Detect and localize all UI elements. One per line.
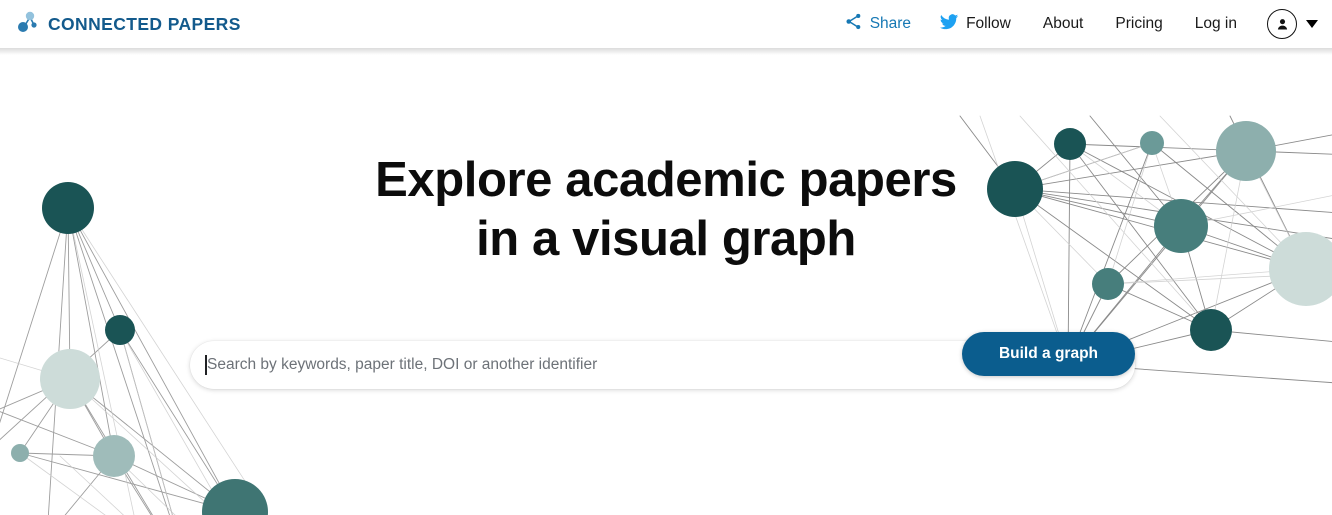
main-nav: Share Follow About Pricing Log in bbox=[828, 9, 1332, 39]
graph-node bbox=[93, 435, 135, 477]
avatar[interactable] bbox=[1267, 9, 1297, 39]
graph-node bbox=[1216, 121, 1276, 181]
graph-edges bbox=[0, 115, 1332, 515]
nav-item-about[interactable]: About bbox=[1027, 15, 1100, 33]
graph-node bbox=[1269, 232, 1332, 306]
node-graph-logo-icon bbox=[14, 9, 40, 40]
graph-node bbox=[40, 349, 100, 409]
top-header: CONNECTED PAPERS Share Follow About Pric… bbox=[0, 0, 1332, 48]
nav-item-share[interactable]: Share bbox=[828, 12, 925, 36]
search-row: Build a graph bbox=[190, 332, 1135, 389]
graph-node bbox=[105, 315, 135, 345]
graph-node bbox=[11, 444, 29, 462]
graph-node bbox=[1054, 128, 1086, 160]
chevron-down-icon[interactable] bbox=[1306, 20, 1318, 28]
nav-item-about-label: About bbox=[1042, 15, 1084, 32]
nav-item-share-label: Share bbox=[869, 15, 912, 32]
nav-item-login[interactable]: Log in bbox=[1179, 15, 1253, 33]
nav-item-login-label: Log in bbox=[1194, 15, 1237, 32]
brand-logo[interactable]: CONNECTED PAPERS bbox=[14, 9, 241, 40]
graph-node bbox=[1140, 131, 1164, 155]
nav-item-pricing[interactable]: Pricing bbox=[1099, 15, 1178, 33]
graph-node bbox=[1092, 268, 1124, 300]
graph-node bbox=[42, 182, 94, 234]
twitter-icon bbox=[939, 12, 959, 37]
nav-item-follow-label: Follow bbox=[966, 15, 1011, 32]
account-menu[interactable] bbox=[1253, 9, 1320, 39]
nav-item-pricing-label: Pricing bbox=[1115, 15, 1163, 32]
share-icon bbox=[844, 12, 863, 36]
graph-node bbox=[1154, 199, 1208, 253]
graph-background bbox=[0, 48, 1332, 515]
graph-svg bbox=[0, 115, 1332, 515]
build-graph-button[interactable]: Build a graph bbox=[962, 332, 1135, 376]
nav-item-follow[interactable]: Follow bbox=[925, 12, 1027, 37]
graph-node bbox=[1190, 309, 1232, 351]
graph-node bbox=[202, 479, 268, 515]
search-input[interactable] bbox=[205, 341, 945, 389]
landing-page: Explore academic papers in a visual grap… bbox=[0, 0, 1332, 515]
graph-nodes bbox=[11, 121, 1332, 515]
brand-name: CONNECTED PAPERS bbox=[48, 13, 241, 34]
person-icon bbox=[1277, 18, 1287, 29]
graph-node bbox=[987, 161, 1043, 217]
